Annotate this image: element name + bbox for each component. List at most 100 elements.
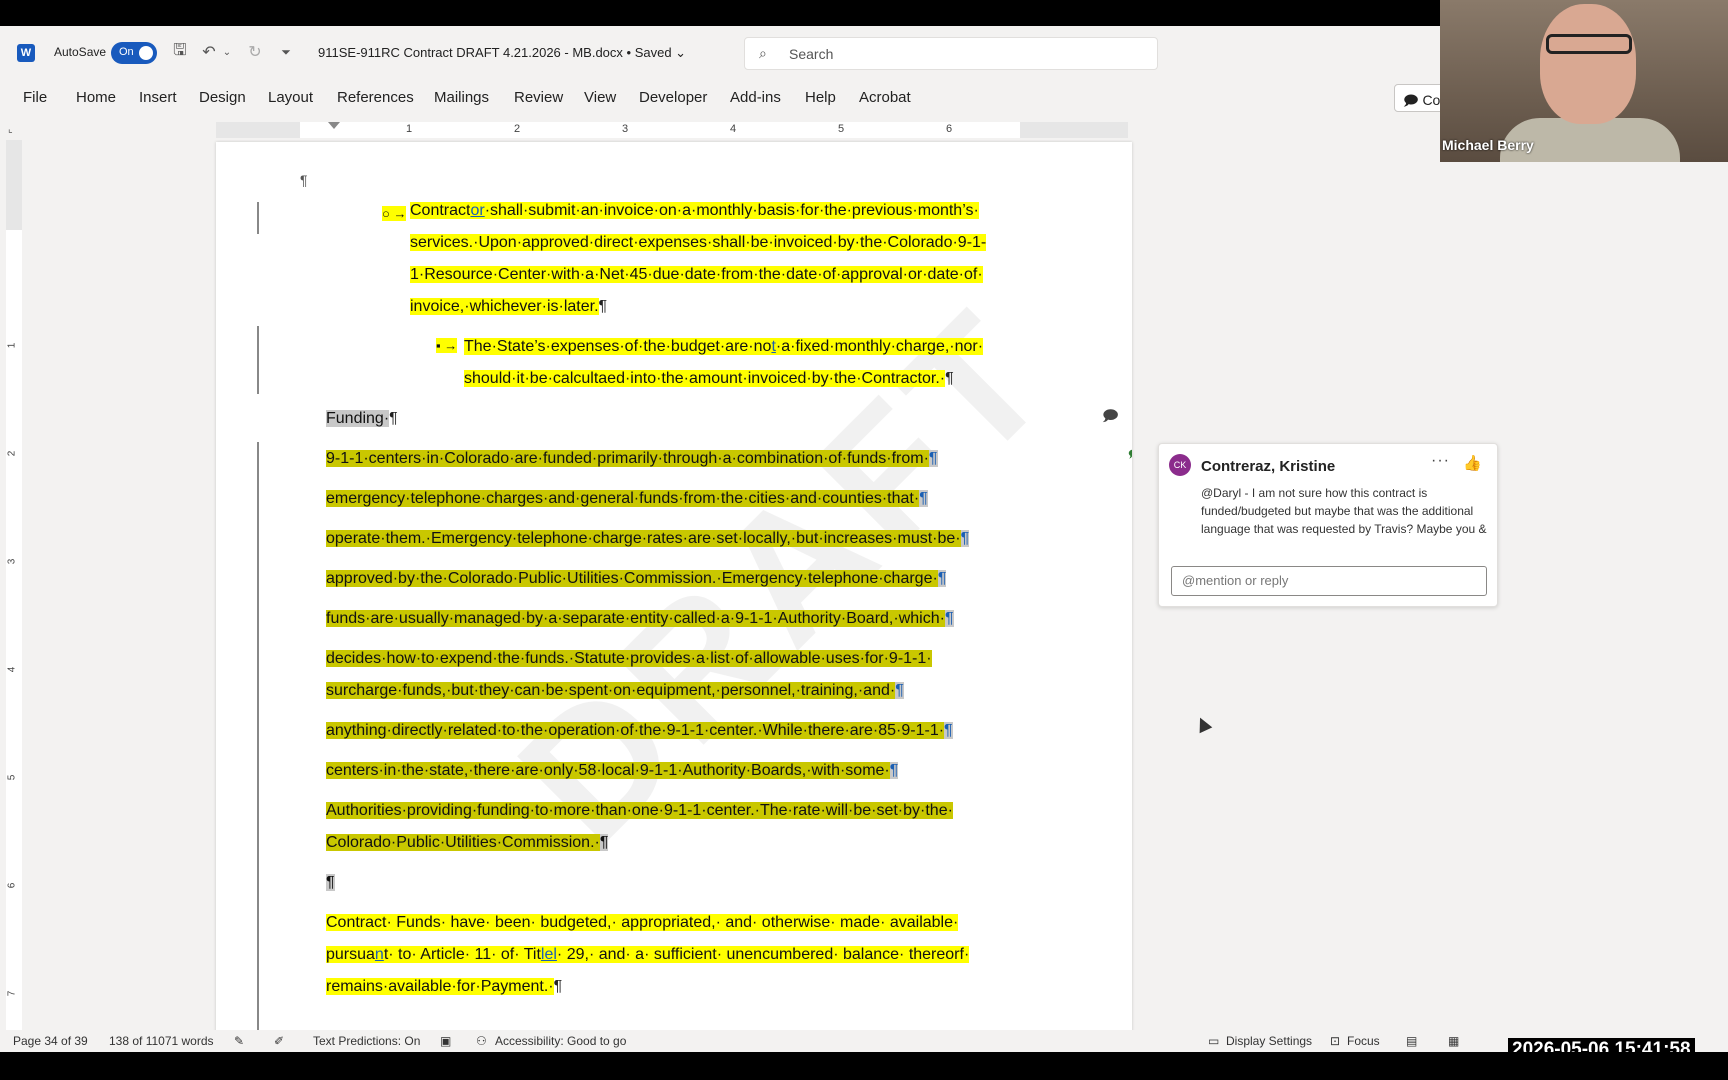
- horizontal-ruler[interactable]: 1 2 3 4 5 6: [216, 122, 1128, 147]
- display-settings-icon[interactable]: ▭: [1208, 1034, 1219, 1048]
- contract-line1: Contract· Funds· have· been· budgeted,· …: [326, 914, 959, 932]
- paragraph-mark: ¶: [928, 450, 938, 467]
- mouse-cursor-icon: [1193, 714, 1213, 734]
- paragraph-mark: ¶: [895, 682, 904, 699]
- tab-selector-icon[interactable]: ⌞: [8, 124, 13, 135]
- tab-mailings[interactable]: Mailings: [434, 89, 489, 106]
- text-run: services.·Upon·approved·direct·expenses·…: [410, 234, 987, 251]
- text-run: funds·are·usually·managed·by·a·separate·…: [326, 610, 945, 627]
- macro-icon[interactable]: ▣: [440, 1034, 451, 1048]
- ruler-number: 4: [730, 123, 737, 135]
- tracked-insertion: lel: [540, 946, 557, 963]
- comment-bubble-icon: 🗩: [1403, 92, 1423, 108]
- paragraph-mark: ¶: [598, 298, 608, 315]
- empty-paragraph-mark: ¶: [300, 172, 308, 188]
- tab-layout[interactable]: Layout: [268, 89, 313, 106]
- document-title[interactable]: 911SE-911RC Contract DRAFT 4.21.2026 - M…: [318, 45, 686, 61]
- text-run: The·State’s·expenses·of·the·budget·are·n…: [464, 338, 772, 355]
- autosave-label: AutoSave: [54, 45, 107, 59]
- ruler-number: 6: [946, 123, 953, 135]
- tab-review[interactable]: Review: [514, 89, 563, 106]
- text-run: Contract· Funds· have· been· budgeted,· …: [326, 914, 959, 931]
- text-run: operate·them.·Emergency·telephone·charge…: [326, 530, 961, 547]
- funding-line: decides·how·to·expend·the·funds.·Statute…: [326, 650, 932, 668]
- tracked-insertion: n: [374, 946, 384, 963]
- search-icon: ⌕: [759, 45, 767, 61]
- indent-marker-icon[interactable]: [328, 122, 340, 138]
- search-placeholder: Search: [789, 46, 834, 62]
- redo-icon[interactable]: ↻: [244, 41, 266, 63]
- tab-developer[interactable]: Developer: [639, 89, 707, 106]
- undo-dropdown-icon[interactable]: ⌄: [216, 41, 238, 63]
- contract-line2: pursuant· to· Article· 11· of· Titlel· 2…: [326, 946, 970, 964]
- vruler-number: 3: [6, 558, 18, 565]
- change-bar: [257, 326, 259, 394]
- paragraph-mark: ¶: [919, 490, 928, 507]
- tracked-insertion: or: [470, 202, 485, 219]
- document-canvas[interactable]: DRAFT ¶ ○ → Contractor·shall·submit·an·i…: [24, 140, 1728, 1044]
- text-run: invoice,·whichever·is·later.: [410, 298, 599, 315]
- tab-help[interactable]: Help: [805, 89, 836, 106]
- reply-input[interactable]: @mention or reply: [1171, 566, 1487, 596]
- accessibility-status[interactable]: Accessibility: Good to go: [495, 1034, 626, 1048]
- comment-card[interactable]: CK Contreraz, Kristine ··· 👍 @Daryl - I …: [1158, 443, 1498, 607]
- vruler-number: 2: [6, 450, 18, 457]
- heading-text: Funding·: [326, 410, 390, 427]
- vertical-ruler[interactable]: 1 2 3 4 5 6 7: [6, 140, 22, 1040]
- video-overlay: Michael Berry: [1440, 0, 1728, 162]
- tab-file[interactable]: File: [23, 89, 47, 106]
- autosave-toggle[interactable]: On: [111, 42, 157, 64]
- comment-body: @Daryl - I am not sure how this contract…: [1201, 486, 1487, 536]
- read-mode-icon[interactable]: ▤: [1406, 1034, 1417, 1048]
- text-run: · 29,· and· a· sufficient· unencumbered·…: [556, 946, 970, 963]
- like-icon[interactable]: 👍: [1463, 454, 1482, 472]
- tab-references[interactable]: References: [337, 89, 414, 106]
- funding-heading[interactable]: Funding·¶: [326, 410, 398, 428]
- save-icon[interactable]: 🖫: [169, 41, 191, 63]
- funding-line: Colorado·Public·Utilities·Commission.·¶: [326, 834, 609, 852]
- tab-design[interactable]: Design: [199, 89, 246, 106]
- word-count[interactable]: 138 of 11071 words: [109, 1034, 214, 1048]
- word-logo-icon: W: [17, 44, 35, 62]
- paragraph-mark: ¶: [960, 530, 970, 547]
- tab-insert[interactable]: Insert: [139, 89, 177, 106]
- vruler-number: 4: [6, 666, 18, 673]
- status-bar: Page 34 of 39 138 of 11071 words ✎ ✐ Tex…: [0, 1030, 1728, 1052]
- change-bar: [257, 442, 259, 1044]
- focus-icon[interactable]: ⊡: [1330, 1034, 1340, 1048]
- bullet1-marker: ○ →: [382, 206, 407, 221]
- bullet2-marker: ▪ →: [436, 338, 458, 353]
- focus-mode[interactable]: Focus: [1347, 1034, 1380, 1048]
- page-count[interactable]: Page 34 of 39: [13, 1034, 88, 1048]
- document-page[interactable]: DRAFT ¶ ○ → Contractor·shall·submit·an·i…: [216, 142, 1132, 1044]
- track-changes-icon[interactable]: ✐: [274, 1034, 284, 1048]
- tab-view[interactable]: View: [584, 89, 616, 106]
- search-box[interactable]: ⌕ Search: [744, 37, 1158, 70]
- tab-acrobat[interactable]: Acrobat: [859, 89, 911, 106]
- tab-home[interactable]: Home: [76, 89, 116, 106]
- tab-add-ins[interactable]: Add-ins: [730, 89, 781, 106]
- proofing-icon[interactable]: ✎: [234, 1034, 244, 1048]
- more-options-icon[interactable]: ···: [1431, 452, 1450, 470]
- text-run: surcharge·funds,·but·they·can·be·spent·o…: [326, 682, 896, 699]
- avatar: CK: [1169, 454, 1191, 476]
- print-layout-icon[interactable]: ▦: [1448, 1034, 1459, 1048]
- text-run: 9-1-1·centers·in·Colorado·are·funded·pri…: [326, 450, 929, 467]
- paragraph-mark: ¶: [889, 762, 899, 779]
- customize-toolbar-icon[interactable]: ⏷: [275, 41, 297, 63]
- accessibility-icon[interactable]: ⚇: [476, 1034, 487, 1048]
- ruler-number: 1: [406, 123, 413, 135]
- ruler-number: 5: [838, 123, 845, 135]
- funding-line: funds·are·usually·managed·by·a·separate·…: [326, 610, 954, 628]
- display-settings[interactable]: Display Settings: [1226, 1034, 1312, 1048]
- ruler-number: 3: [622, 123, 629, 135]
- text-run: should·it·be·calcultaed·into·the·amount·…: [464, 370, 946, 387]
- text-run: pursua: [326, 946, 375, 963]
- text-run: Authorities·providing·funding·to·more·th…: [326, 802, 953, 819]
- paragraph-mark: ¶: [389, 410, 398, 427]
- text-predictions[interactable]: Text Predictions: On: [313, 1034, 420, 1048]
- bullet1-line3: 1·Resource·Center·with·a·Net·45·due·date…: [410, 266, 983, 284]
- new-comment-icon[interactable]: 🗪: [1128, 444, 1132, 469]
- comment-marker-icon[interactable]: 🗩: [1102, 406, 1119, 431]
- toggle-knob-icon: [139, 46, 153, 60]
